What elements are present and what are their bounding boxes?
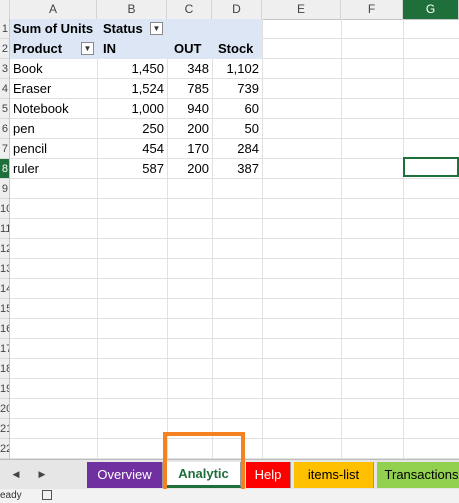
- row-header[interactable]: 20: [0, 399, 9, 419]
- row-header[interactable]: 7: [0, 139, 9, 159]
- stock-cell[interactable]: 1,102: [212, 59, 259, 79]
- stock-cell[interactable]: 387: [212, 159, 259, 179]
- pivot-row: ruler 587 200 387: [10, 159, 262, 179]
- row-header[interactable]: 1: [0, 19, 9, 39]
- product-cell[interactable]: Book: [13, 59, 43, 79]
- rows-filter-dropdown-icon[interactable]: ▼: [81, 42, 94, 55]
- row-header[interactable]: 19: [0, 379, 9, 399]
- out-cell[interactable]: 200: [167, 159, 209, 179]
- stock-cell[interactable]: 739: [212, 79, 259, 99]
- column-header-g[interactable]: G: [403, 0, 459, 19]
- row-header[interactable]: 13: [0, 259, 9, 279]
- out-cell[interactable]: 785: [167, 79, 209, 99]
- worksheet-grid[interactable]: Sum of Units Status ▼ Product ▼ IN OUT S…: [10, 19, 459, 459]
- in-cell[interactable]: 1,450: [97, 59, 164, 79]
- status-text: eady: [0, 490, 22, 501]
- pivot-col-header-stock[interactable]: Stock: [218, 39, 253, 59]
- pivot-header-row: Sum of Units Status ▼: [10, 19, 262, 39]
- pivot-col-header-in[interactable]: IN: [103, 39, 116, 59]
- pivot-col-header-out[interactable]: OUT: [174, 39, 201, 59]
- tab-transactions[interactable]: Transactions: [377, 462, 459, 488]
- accessibility-icon[interactable]: [42, 490, 52, 500]
- row-header[interactable]: 6: [0, 119, 9, 139]
- row-header[interactable]: 15: [0, 299, 9, 319]
- status-bar: eady: [0, 489, 459, 503]
- product-cell[interactable]: ruler: [13, 159, 39, 179]
- column-header-e[interactable]: E: [262, 0, 341, 19]
- row-header[interactable]: 8: [0, 159, 9, 179]
- row-header[interactable]: 12: [0, 239, 9, 259]
- in-cell[interactable]: 587: [97, 159, 164, 179]
- stock-cell[interactable]: 284: [212, 139, 259, 159]
- row-header[interactable]: 22: [0, 439, 9, 459]
- row-header-bar: 1 2 3 4 5 6 7 8 9 10 11 12 13 14 15 16 1…: [0, 19, 10, 459]
- pivot-columns-field[interactable]: Status: [103, 19, 143, 39]
- pivot-row: Notebook 1,000 940 60: [10, 99, 262, 119]
- column-header-d[interactable]: D: [212, 0, 262, 19]
- product-cell[interactable]: pencil: [13, 139, 47, 159]
- row-header[interactable]: 21: [0, 419, 9, 439]
- pivot-row: Book 1,450 348 1,102: [10, 59, 262, 79]
- out-cell[interactable]: 200: [167, 119, 209, 139]
- chevron-right-icon[interactable]: ▶: [34, 466, 50, 482]
- column-header-c[interactable]: C: [167, 0, 212, 19]
- row-header[interactable]: 18: [0, 359, 9, 379]
- row-header[interactable]: 9: [0, 179, 9, 199]
- column-header-f[interactable]: F: [341, 0, 403, 19]
- stock-cell[interactable]: 50: [212, 119, 259, 139]
- row-header[interactable]: 2: [0, 39, 9, 59]
- out-cell[interactable]: 348: [167, 59, 209, 79]
- in-cell[interactable]: 1,524: [97, 79, 164, 99]
- row-header[interactable]: 11: [0, 219, 9, 239]
- chevron-left-icon[interactable]: ◀: [8, 466, 24, 482]
- active-cell-selection[interactable]: [403, 157, 459, 177]
- row-header[interactable]: 10: [0, 199, 9, 219]
- row-header[interactable]: 3: [0, 59, 9, 79]
- product-cell[interactable]: Eraser: [13, 79, 51, 99]
- tab-overview[interactable]: Overview: [87, 462, 163, 488]
- in-cell[interactable]: 454: [97, 139, 164, 159]
- column-header-b[interactable]: B: [97, 0, 167, 19]
- row-header[interactable]: 4: [0, 79, 9, 99]
- row-header[interactable]: 17: [0, 339, 9, 359]
- select-all-corner[interactable]: [0, 0, 10, 19]
- stock-cell[interactable]: 60: [212, 99, 259, 119]
- row-header[interactable]: 16: [0, 319, 9, 339]
- out-cell[interactable]: 940: [167, 99, 209, 119]
- pivot-row: Eraser 1,524 785 739: [10, 79, 262, 99]
- column-header-a[interactable]: A: [10, 0, 97, 19]
- pivot-values-label[interactable]: Sum of Units: [13, 19, 93, 39]
- tab-help[interactable]: Help: [246, 462, 291, 488]
- pivot-row: pencil 454 170 284: [10, 139, 262, 159]
- row-header[interactable]: 5: [0, 99, 9, 119]
- columns-filter-dropdown-icon[interactable]: ▼: [150, 22, 163, 35]
- pivot-rows-field[interactable]: Product: [13, 39, 62, 59]
- row-header[interactable]: 14: [0, 279, 9, 299]
- product-cell[interactable]: Notebook: [13, 99, 69, 119]
- column-header-bar: A B C D E F G: [0, 0, 459, 20]
- out-cell[interactable]: 170: [167, 139, 209, 159]
- product-cell[interactable]: pen: [13, 119, 35, 139]
- pivot-subheader-row: Product ▼ IN OUT Stock: [10, 39, 262, 59]
- pivot-row: pen 250 200 50: [10, 119, 262, 139]
- tab-items-list[interactable]: items-list: [294, 462, 374, 488]
- in-cell[interactable]: 1,000: [97, 99, 164, 119]
- in-cell[interactable]: 250: [97, 119, 164, 139]
